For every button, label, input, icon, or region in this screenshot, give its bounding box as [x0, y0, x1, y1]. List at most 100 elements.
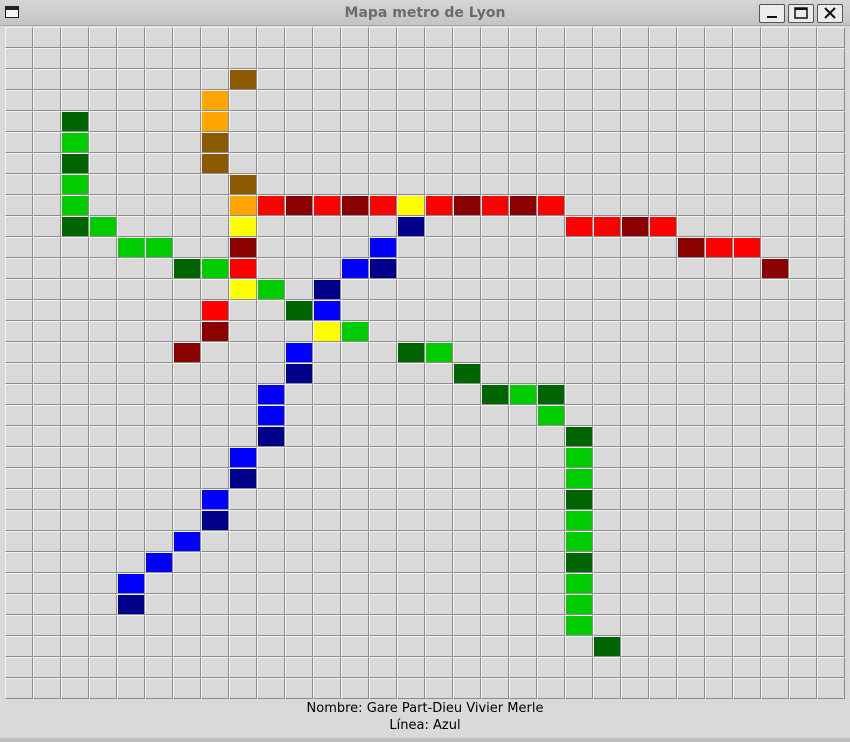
grid-cell[interactable] [509, 657, 537, 678]
grid-cell[interactable] [313, 594, 341, 615]
grid-cell[interactable] [481, 468, 509, 489]
grid-cell[interactable] [33, 27, 61, 48]
grid-cell[interactable] [649, 153, 677, 174]
grid-cell[interactable] [761, 657, 789, 678]
grid-cell[interactable] [117, 90, 145, 111]
grid-cell[interactable] [397, 447, 425, 468]
grid-cell[interactable] [285, 69, 313, 90]
grid-cell[interactable] [5, 615, 33, 636]
grid-cell[interactable] [341, 111, 369, 132]
grid-cell[interactable] [481, 489, 509, 510]
grid-cell[interactable] [817, 195, 845, 216]
grid-cell[interactable] [61, 447, 89, 468]
grid-cell[interactable] [761, 342, 789, 363]
grid-cell[interactable] [733, 657, 761, 678]
grid-cell[interactable] [817, 300, 845, 321]
station-cell[interactable] [229, 69, 257, 90]
grid-cell[interactable] [285, 678, 313, 699]
grid-cell[interactable] [201, 447, 229, 468]
grid-cell[interactable] [649, 510, 677, 531]
grid-cell[interactable] [229, 342, 257, 363]
grid-cell[interactable] [649, 174, 677, 195]
grid-cell[interactable] [5, 132, 33, 153]
grid-cell[interactable] [285, 90, 313, 111]
grid-cell[interactable] [61, 48, 89, 69]
grid-cell[interactable] [425, 363, 453, 384]
grid-cell[interactable] [621, 48, 649, 69]
station-cell[interactable] [537, 405, 565, 426]
grid-cell[interactable] [565, 384, 593, 405]
grid-cell[interactable] [733, 342, 761, 363]
grid-cell[interactable] [369, 615, 397, 636]
grid-cell[interactable] [89, 447, 117, 468]
grid-cell[interactable] [145, 678, 173, 699]
grid-cell[interactable] [285, 510, 313, 531]
grid-cell[interactable] [201, 552, 229, 573]
grid-cell[interactable] [733, 594, 761, 615]
grid-cell[interactable] [621, 573, 649, 594]
grid-cell[interactable] [5, 657, 33, 678]
grid-cell[interactable] [677, 657, 705, 678]
grid-cell[interactable] [173, 636, 201, 657]
grid-cell[interactable] [705, 678, 733, 699]
grid-cell[interactable] [649, 447, 677, 468]
grid-cell[interactable] [33, 258, 61, 279]
grid-cell[interactable] [5, 69, 33, 90]
grid-cell[interactable] [481, 111, 509, 132]
grid-cell[interactable] [257, 48, 285, 69]
grid-cell[interactable] [565, 321, 593, 342]
grid-cell[interactable] [817, 573, 845, 594]
grid-cell[interactable] [257, 363, 285, 384]
grid-cell[interactable] [425, 426, 453, 447]
grid-cell[interactable] [341, 405, 369, 426]
grid-cell[interactable] [649, 90, 677, 111]
grid-cell[interactable] [257, 615, 285, 636]
grid-cell[interactable] [61, 69, 89, 90]
grid-cell[interactable] [565, 300, 593, 321]
grid-cell[interactable] [621, 405, 649, 426]
grid-cell[interactable] [453, 594, 481, 615]
grid-cell[interactable] [649, 279, 677, 300]
grid-cell[interactable] [481, 594, 509, 615]
grid-cell[interactable] [649, 426, 677, 447]
grid-cell[interactable] [173, 132, 201, 153]
grid-cell[interactable] [89, 27, 117, 48]
grid-cell[interactable] [61, 594, 89, 615]
grid-cell[interactable] [509, 321, 537, 342]
grid-cell[interactable] [117, 321, 145, 342]
grid-cell[interactable] [761, 153, 789, 174]
grid-cell[interactable] [621, 531, 649, 552]
grid-cell[interactable] [621, 153, 649, 174]
grid-cell[interactable] [789, 489, 817, 510]
grid-cell[interactable] [313, 447, 341, 468]
grid-cell[interactable] [565, 132, 593, 153]
station-cell[interactable] [565, 468, 593, 489]
grid-cell[interactable] [481, 342, 509, 363]
grid-cell[interactable] [565, 363, 593, 384]
station-cell[interactable] [257, 426, 285, 447]
grid-cell[interactable] [649, 615, 677, 636]
grid-cell[interactable] [817, 447, 845, 468]
grid-cell[interactable] [705, 258, 733, 279]
grid-cell[interactable] [89, 279, 117, 300]
grid-cell[interactable] [677, 636, 705, 657]
grid-cell[interactable] [33, 384, 61, 405]
grid-cell[interactable] [5, 321, 33, 342]
grid-cell[interactable] [761, 111, 789, 132]
grid-cell[interactable] [89, 510, 117, 531]
grid-cell[interactable] [61, 405, 89, 426]
grid-cell[interactable] [593, 279, 621, 300]
grid-cell[interactable] [817, 426, 845, 447]
station-cell[interactable] [229, 216, 257, 237]
grid-cell[interactable] [61, 300, 89, 321]
grid-cell[interactable] [537, 426, 565, 447]
grid-cell[interactable] [257, 90, 285, 111]
grid-cell[interactable] [537, 510, 565, 531]
grid-cell[interactable] [593, 300, 621, 321]
grid-cell[interactable] [5, 678, 33, 699]
grid-cell[interactable] [201, 636, 229, 657]
station-cell[interactable] [229, 258, 257, 279]
grid-cell[interactable] [733, 426, 761, 447]
grid-cell[interactable] [733, 300, 761, 321]
grid-cell[interactable] [509, 636, 537, 657]
